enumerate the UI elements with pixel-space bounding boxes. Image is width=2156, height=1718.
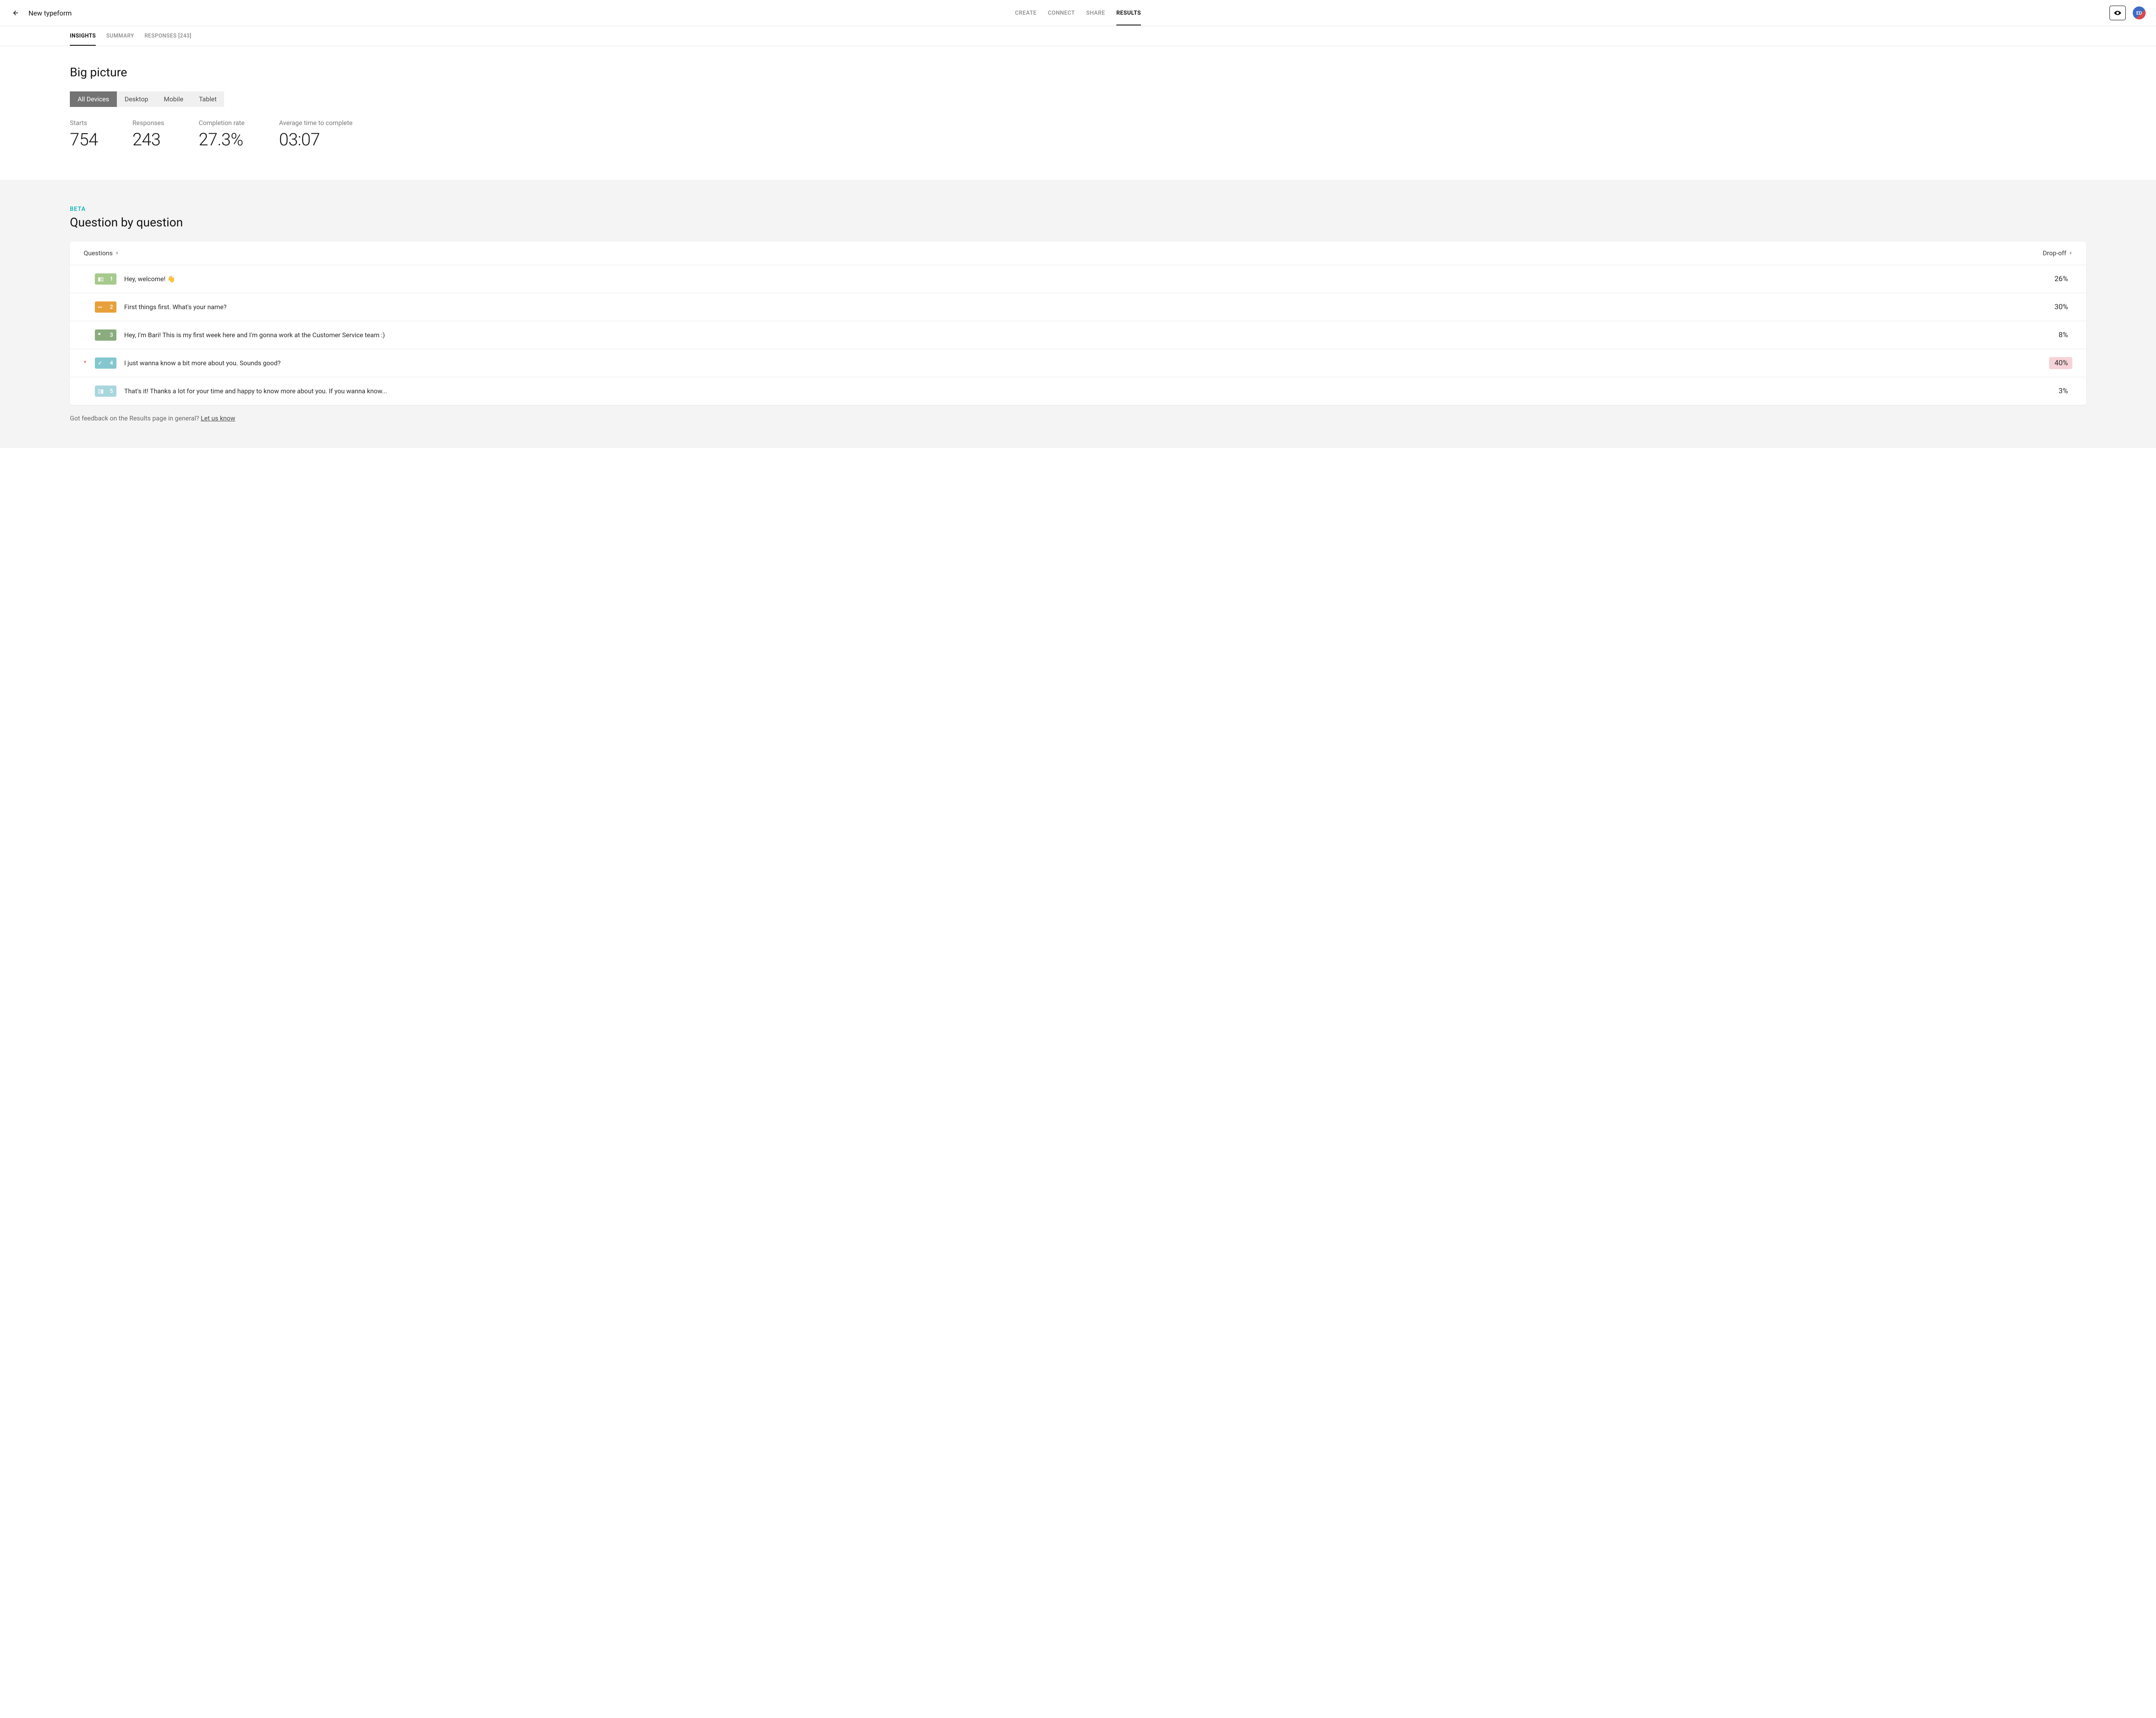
- question-row[interactable]: ▯▮ 5 That's it! Thanks a lot for your time…: [70, 377, 2086, 405]
- stat-responses: Responses 243: [132, 119, 164, 150]
- question-text: I just wanna know a bit more about you. …: [124, 359, 2041, 367]
- sort-icon: [2069, 251, 2072, 255]
- preview-button[interactable]: [2109, 6, 2126, 20]
- user-avatar[interactable]: ED: [2133, 6, 2146, 19]
- question-row[interactable]: *✓4I just wanna know a bit more about yo…: [70, 349, 2086, 377]
- stat-average-time-to-complete: Average time to complete 03:07: [279, 119, 352, 150]
- topbar-left: New typeform: [10, 8, 72, 18]
- stat-value: 03:07: [279, 129, 352, 150]
- question-table-header: Questions Drop-off: [70, 241, 2086, 265]
- sub-tab-insights[interactable]: INSIGHTS: [70, 26, 96, 46]
- sub-tab-summary[interactable]: SUMMARY: [106, 26, 134, 46]
- questions-column-header[interactable]: Questions: [84, 249, 119, 257]
- questions-column-label: Questions: [84, 249, 113, 257]
- top-tab-connect[interactable]: CONNECT: [1048, 1, 1075, 25]
- stat-starts: Starts 754: [70, 119, 98, 150]
- short-text-icon: ⎓2: [95, 301, 116, 313]
- back-arrow-icon[interactable]: [10, 8, 20, 18]
- feedback-text: Got feedback on the Results page in gene…: [70, 414, 201, 422]
- question-type-glyph: ▯▮: [98, 388, 103, 394]
- question-text: First things first. What's your name?: [124, 303, 2041, 311]
- required-mark: *: [84, 360, 87, 366]
- feedback-link[interactable]: Let us know: [201, 414, 235, 422]
- eye-icon: [2113, 10, 2122, 16]
- sub-tabs: INSIGHTS SUMMARY RESPONSES [243]: [0, 26, 2156, 46]
- welcome-icon: ▮▯ 1: [95, 273, 116, 285]
- topbar-right: ED: [2109, 6, 2146, 20]
- question-table: Questions Drop-off ▮▯ 1 Hey, welcome! 👋 26%…: [70, 241, 2086, 405]
- dropoff-column-header[interactable]: Drop-off: [2043, 249, 2072, 257]
- question-row[interactable]: ▮▯ 1 Hey, welcome! 👋 26%: [70, 265, 2086, 293]
- drop-off-value: 26%: [2049, 273, 2072, 285]
- dropoff-column-label: Drop-off: [2043, 249, 2066, 257]
- device-tab-mobile[interactable]: Mobile: [156, 91, 191, 107]
- top-tab-results[interactable]: RESULTS: [1116, 1, 1141, 25]
- question-type-glyph: ▮▯: [98, 276, 103, 282]
- drop-off-value: 40%: [2049, 357, 2072, 369]
- device-tab-tablet[interactable]: Tablet: [191, 91, 224, 107]
- question-number: 2: [110, 304, 113, 310]
- stat-value: 243: [132, 129, 164, 150]
- stat-value: 27.3%: [199, 129, 244, 150]
- drop-off-value: 8%: [2049, 329, 2072, 341]
- question-text: Hey, I'm Bari! This is my first week her…: [124, 331, 2041, 339]
- stat-label: Completion rate: [199, 119, 244, 127]
- question-by-question-section: BETA Question by question Questions Drop…: [0, 180, 2156, 448]
- thankyou-icon: ▯▮ 5: [95, 386, 116, 397]
- question-type-glyph: ⎓: [98, 304, 102, 310]
- statement-icon: ❝3: [95, 329, 116, 341]
- device-tab-all-devices[interactable]: All Devices: [70, 91, 117, 107]
- question-number: 5: [110, 388, 113, 395]
- question-number: 1: [110, 276, 113, 282]
- question-number: 4: [110, 360, 113, 367]
- stat-label: Average time to complete: [279, 119, 352, 127]
- big-picture-section: Big picture All DevicesDesktopMobileTabl…: [0, 46, 2156, 180]
- drop-off-value: 30%: [2049, 301, 2072, 313]
- yes-no-icon: ✓4: [95, 357, 116, 369]
- question-type-glyph: ❝: [98, 332, 100, 338]
- stats-row: Starts 754 Responses 243 Completion rate 27.3…: [70, 119, 2086, 150]
- top-tabs: CREATE CONNECT SHARE RESULTS: [1015, 1, 1141, 25]
- sort-icon: [115, 251, 119, 255]
- device-tab-desktop[interactable]: Desktop: [117, 91, 156, 107]
- question-number: 3: [110, 332, 113, 339]
- stat-label: Responses: [132, 119, 164, 127]
- top-tab-create[interactable]: CREATE: [1015, 1, 1037, 25]
- question-type-glyph: ✓: [98, 360, 102, 366]
- question-text: That's it! Thanks a lot for your time an…: [124, 387, 2041, 395]
- top-bar: New typeform CREATE CONNECT SHARE RESULTS E…: [0, 0, 2156, 26]
- sub-tab-responses-[interactable]: RESPONSES [243]: [144, 26, 191, 46]
- stat-value: 754: [70, 129, 98, 150]
- stat-completion-rate: Completion rate 27.3%: [199, 119, 244, 150]
- device-tabs: All DevicesDesktopMobileTablet: [70, 91, 224, 107]
- question-row[interactable]: ⎓2First things first. What's your name?3…: [70, 293, 2086, 321]
- feedback-line: Got feedback on the Results page in gene…: [70, 414, 2086, 422]
- qbq-title: Question by question: [70, 215, 2086, 229]
- question-row[interactable]: ❝3Hey, I'm Bari! This is my first week h…: [70, 321, 2086, 349]
- beta-tag: BETA: [70, 206, 2086, 213]
- big-picture-title: Big picture: [70, 65, 2086, 79]
- top-tab-share[interactable]: SHARE: [1086, 1, 1105, 25]
- question-text: Hey, welcome! 👋: [124, 275, 2041, 283]
- form-title[interactable]: New typeform: [28, 9, 72, 17]
- stat-label: Starts: [70, 119, 98, 127]
- drop-off-value: 3%: [2049, 385, 2072, 397]
